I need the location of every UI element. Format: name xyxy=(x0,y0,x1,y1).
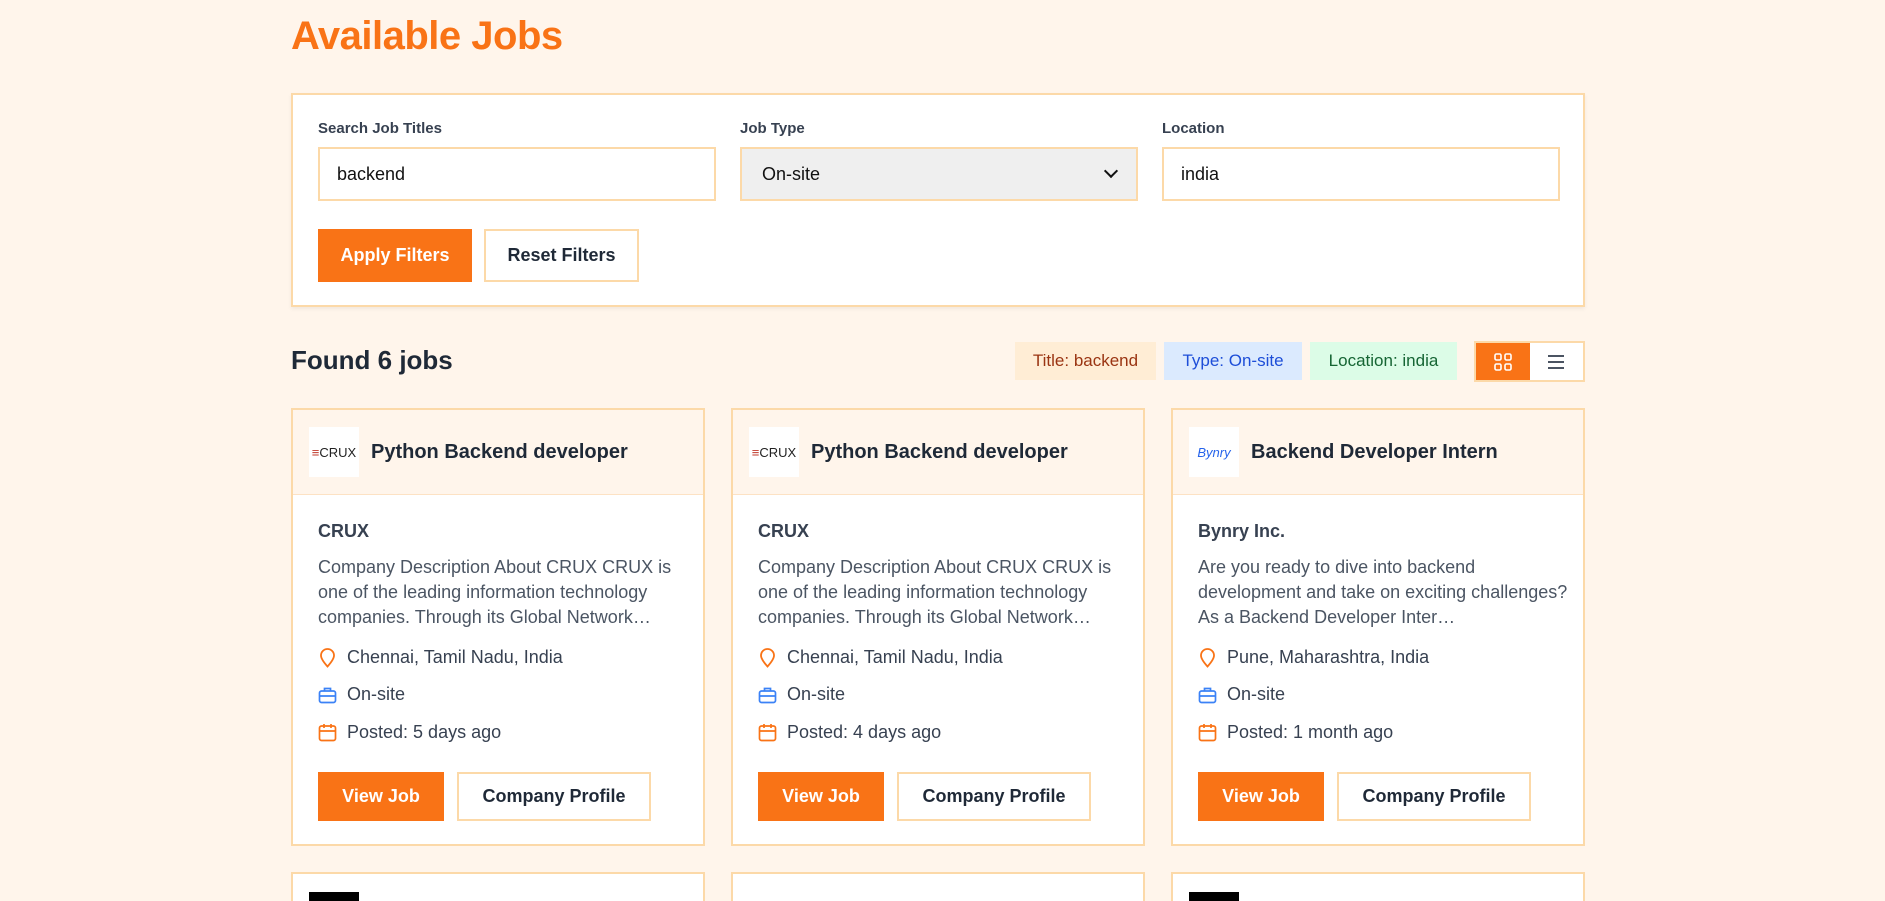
job-type-value: On-site xyxy=(762,163,821,184)
calendar-icon xyxy=(1198,724,1217,742)
job-card: Bynry Backend Developer Intern Bynry Inc… xyxy=(1171,408,1585,846)
job-type: On-site xyxy=(758,684,845,705)
job-card xyxy=(731,872,1145,901)
job-location-text: Chennai, Tamil Nadu, India xyxy=(347,647,563,667)
job-posted-text: Posted: 5 days ago xyxy=(347,722,502,742)
job-posted: Posted: 5 days ago xyxy=(318,722,501,743)
view-job-button[interactable]: View Job xyxy=(1198,772,1324,821)
job-type-label: Job Type xyxy=(740,120,805,137)
location-pin-icon xyxy=(320,648,335,668)
company-name: CRUX xyxy=(318,521,370,541)
job-posted: Posted: 4 days ago xyxy=(758,722,941,743)
location-input[interactable] xyxy=(1162,147,1560,201)
job-location: Pune, Maharashtra, India xyxy=(1198,647,1429,668)
company-profile-button[interactable]: Company Profile xyxy=(897,772,1091,821)
search-label: Search Job Titles xyxy=(318,120,442,137)
job-location: Chennai, Tamil Nadu, India xyxy=(318,647,563,668)
job-card: ≡ CRUX Python Backend developer CRUX Comp… xyxy=(291,408,705,846)
list-icon xyxy=(1548,354,1565,369)
view-job-button[interactable]: View Job xyxy=(758,772,884,821)
job-posted: Posted: 1 month ago xyxy=(1198,722,1393,743)
view-job-button[interactable]: View Job xyxy=(318,772,444,821)
company-profile-button[interactable]: Company Profile xyxy=(457,772,651,821)
job-title[interactable]: Python Backend developer xyxy=(371,441,628,464)
job-card xyxy=(1171,872,1585,901)
job-description: Company Description About CRUX CRUX is o… xyxy=(758,557,1112,627)
company-logo: Bynry xyxy=(1189,427,1239,477)
location-pin-icon xyxy=(1200,648,1215,668)
filter-panel: Search Job Titles Job Type On-site Locat… xyxy=(291,93,1585,307)
job-card xyxy=(291,872,705,901)
filter-chip-title: Title: backend xyxy=(1015,342,1156,380)
card-header: ≡ CRUX Python Backend developer xyxy=(733,410,1143,495)
job-posted-text: Posted: 4 days ago xyxy=(787,722,942,742)
job-type-text: On-site xyxy=(787,684,846,704)
company-logo: ≡ CRUX xyxy=(749,427,799,477)
briefcase-icon xyxy=(758,687,777,703)
job-type: On-site xyxy=(318,684,405,705)
job-posted-text: Posted: 1 month ago xyxy=(1227,722,1394,742)
job-description: Company Description About CRUX CRUX is o… xyxy=(318,557,672,627)
card-header: Bynry Backend Developer Intern xyxy=(1173,410,1583,495)
location-label: Location xyxy=(1162,120,1225,137)
list-view-button[interactable] xyxy=(1530,343,1584,380)
job-card: ≡ CRUX Python Backend developer CRUX Comp… xyxy=(731,408,1145,846)
job-title[interactable]: Python Backend developer xyxy=(811,441,1068,464)
search-group: Search Job Titles xyxy=(318,120,716,201)
job-type-text: On-site xyxy=(1227,684,1286,704)
company-logo xyxy=(749,892,799,901)
job-location: Chennai, Tamil Nadu, India xyxy=(758,647,1003,668)
calendar-icon xyxy=(318,724,337,742)
reset-filters-button[interactable]: Reset Filters xyxy=(484,229,639,282)
company-logo xyxy=(309,892,359,901)
card-header: ≡ CRUX Python Backend developer xyxy=(293,410,703,495)
briefcase-icon xyxy=(1198,687,1217,703)
briefcase-icon xyxy=(318,687,337,703)
company-logo: ≡ CRUX xyxy=(309,427,359,477)
job-type-group: Job Type On-site xyxy=(740,120,1138,201)
view-toggle xyxy=(1474,341,1585,382)
job-location-text: Chennai, Tamil Nadu, India xyxy=(787,647,1003,667)
company-name: CRUX xyxy=(758,521,810,541)
location-group: Location xyxy=(1162,120,1560,201)
company-profile-button[interactable]: Company Profile xyxy=(1337,772,1531,821)
location-pin-icon xyxy=(760,648,775,668)
company-logo xyxy=(1189,892,1239,901)
grid-view-button[interactable] xyxy=(1476,343,1530,380)
apply-filters-button[interactable]: Apply Filters xyxy=(318,229,472,282)
filter-chip-type: Type: On-site xyxy=(1164,342,1302,380)
job-location-text: Pune, Maharashtra, India xyxy=(1227,647,1430,667)
grid-icon xyxy=(1493,352,1512,371)
job-title[interactable]: Backend Developer Intern xyxy=(1251,441,1498,464)
page-title: Available Jobs xyxy=(291,14,563,58)
job-type: On-site xyxy=(1198,684,1285,705)
calendar-icon xyxy=(758,724,777,742)
job-type-select[interactable]: On-site xyxy=(740,147,1138,201)
results-count: Found 6 jobs xyxy=(291,345,453,375)
search-input[interactable] xyxy=(318,147,716,201)
job-description: Are you ready to dive into backend devel… xyxy=(1198,557,1568,627)
filter-chip-location: Location: india xyxy=(1310,342,1457,380)
company-name: Bynry Inc. xyxy=(1198,521,1286,541)
job-type-text: On-site xyxy=(347,684,406,704)
chevron-down-icon xyxy=(1103,163,1119,179)
